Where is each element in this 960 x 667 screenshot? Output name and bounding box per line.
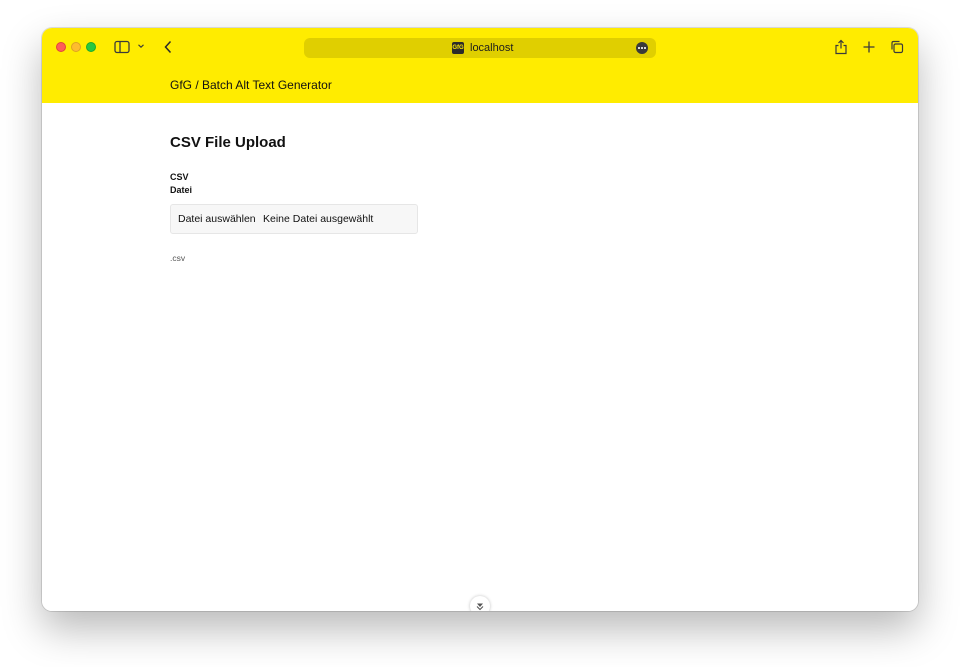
page-content: CSV File Upload CSV Datei Datei auswähle… xyxy=(42,103,918,611)
scroll-down-button[interactable] xyxy=(470,596,490,611)
app-header: GfG / Batch Alt Text Generator xyxy=(42,68,918,103)
accepted-format-hint: .csv xyxy=(170,253,186,263)
choose-file-button[interactable]: Datei auswählen xyxy=(178,213,256,226)
browser-window: GfG localhost GfG / Batch Alt Text Gener… xyxy=(42,28,918,611)
close-window-button[interactable] xyxy=(56,42,66,52)
sidebar-icon[interactable] xyxy=(114,40,130,54)
back-icon[interactable] xyxy=(163,40,173,54)
browser-titlebar: GfG localhost xyxy=(42,28,918,68)
file-status-text: Keine Datei ausgewählt xyxy=(263,213,374,225)
address-text: localhost xyxy=(470,42,514,54)
page-title: CSV File Upload xyxy=(170,134,286,151)
minimize-window-button[interactable] xyxy=(71,42,81,52)
plus-icon[interactable] xyxy=(862,40,876,54)
share-icon[interactable] xyxy=(834,39,848,55)
field-label-datei: Datei xyxy=(170,185,193,195)
field-label-csv: CSV xyxy=(170,172,189,182)
chevron-down-icon[interactable] xyxy=(137,42,145,50)
more-icon[interactable] xyxy=(636,42,648,54)
address-bar[interactable]: GfG localhost xyxy=(304,38,656,58)
tabs-icon[interactable] xyxy=(890,40,904,54)
site-favicon: GfG xyxy=(452,42,464,54)
csv-file-input[interactable]: Datei auswählen Keine Datei ausgewählt xyxy=(170,204,418,234)
app-brand[interactable]: GfG / Batch Alt Text Generator xyxy=(170,78,332,93)
fullscreen-window-button[interactable] xyxy=(86,42,96,52)
chevron-down-icon xyxy=(476,603,484,611)
